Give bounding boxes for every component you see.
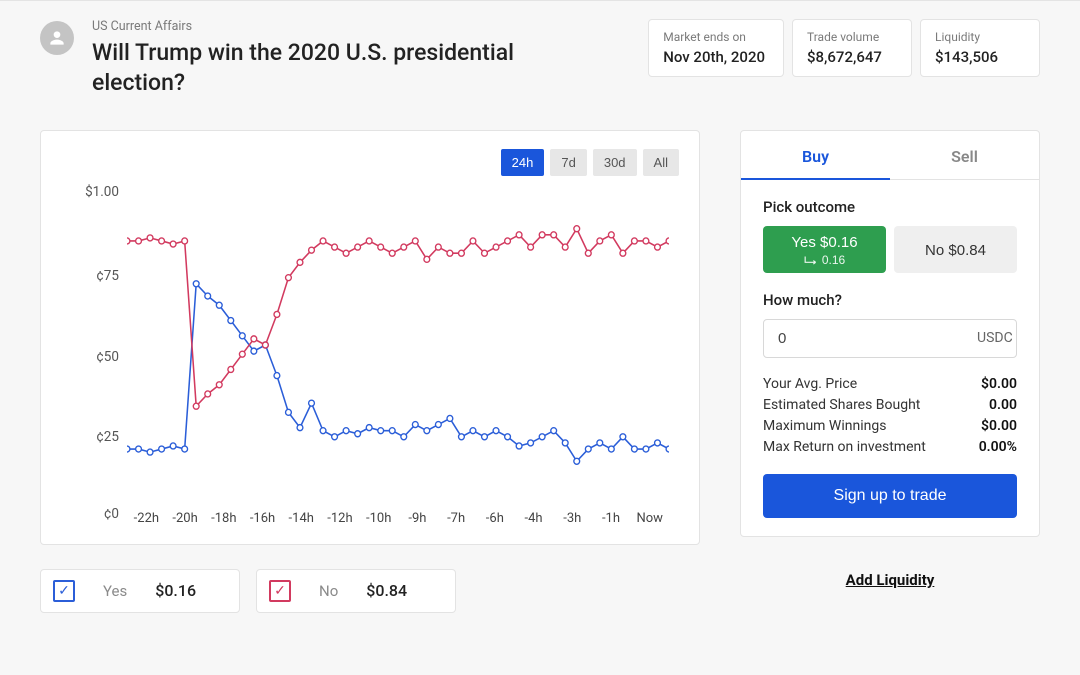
y-tick: $1.00 xyxy=(85,184,119,200)
tab-sell[interactable]: Sell xyxy=(890,131,1039,180)
outcome-yes-sub: 0.16 xyxy=(769,253,880,267)
legend-price: $0.16 xyxy=(155,581,196,600)
x-tick: -3h xyxy=(553,511,592,526)
y-tick: ¢75 xyxy=(96,268,119,284)
est-value: $0.00 xyxy=(981,376,1017,392)
legend-price: $0.84 xyxy=(366,581,407,600)
est-label: Your Avg. Price xyxy=(763,376,857,392)
est-label: Max Return on investment xyxy=(763,439,926,455)
stat-value: $8,672,647 xyxy=(807,48,893,66)
x-tick: -14h xyxy=(282,511,321,526)
est-value: 0.00% xyxy=(979,439,1017,455)
outcome-yes-text: Yes $0.16 xyxy=(769,234,880,251)
y-tick: ¢25 xyxy=(96,429,119,445)
amount-label: How much? xyxy=(763,291,1017,309)
legend-label: No xyxy=(319,582,338,600)
legend-label: Yes xyxy=(103,582,127,600)
pick-outcome-label: Pick outcome xyxy=(763,198,1017,216)
stat-label: Liquidity xyxy=(935,30,1021,44)
legend-no[interactable]: ✓ No $0.84 xyxy=(256,569,456,613)
x-tick: -1h xyxy=(592,511,631,526)
x-tick: -9h xyxy=(398,511,437,526)
x-tick: -20h xyxy=(166,511,205,526)
amount-input[interactable] xyxy=(778,330,977,347)
est-label: Maximum Winnings xyxy=(763,418,886,434)
range-24h-button[interactable]: 24h xyxy=(501,149,545,176)
add-liquidity-link[interactable]: Add Liquidity xyxy=(740,571,1040,589)
x-tick: -18h xyxy=(204,511,243,526)
stat-value: $143,506 xyxy=(935,48,1021,66)
x-tick: -7h xyxy=(437,511,476,526)
market-question: Will Trump win the 2020 U.S. presidentia… xyxy=(92,38,522,98)
stat-value: Nov 20th, 2020 xyxy=(663,48,765,66)
checkbox-icon[interactable]: ✓ xyxy=(53,580,75,602)
range-7d-button[interactable]: 7d xyxy=(550,149,586,176)
y-tick: ¢50 xyxy=(96,349,119,365)
x-tick: -6h xyxy=(475,511,514,526)
tab-buy[interactable]: Buy xyxy=(741,131,890,180)
avatar xyxy=(40,21,74,55)
est-value: $0.00 xyxy=(981,418,1017,434)
y-tick: ¢0 xyxy=(104,506,119,522)
range-30d-button[interactable]: 30d xyxy=(593,149,637,176)
stat-label: Trade volume xyxy=(807,30,893,44)
outcome-yes-button[interactable]: Yes $0.16 0.16 xyxy=(763,226,886,273)
amount-unit: USDC xyxy=(977,330,1013,346)
est-value: 0.00 xyxy=(989,397,1017,413)
signup-button[interactable]: Sign up to trade xyxy=(763,474,1017,518)
x-tick: -22h xyxy=(127,511,166,526)
stat-market-ends: Market ends on Nov 20th, 2020 xyxy=(648,19,784,77)
outcome-no-button[interactable]: No $0.84 xyxy=(894,226,1017,273)
chart-area: $1.00 ¢75 ¢50 ¢25 ¢0 -22h-20h-18h-16h-14… xyxy=(59,182,679,532)
x-tick: -12h xyxy=(321,511,360,526)
checkbox-icon[interactable]: ✓ xyxy=(269,580,291,602)
x-tick: Now xyxy=(630,511,669,526)
x-tick: -16h xyxy=(243,511,282,526)
outcome-no-text: No $0.84 xyxy=(925,242,986,259)
x-tick: -4h xyxy=(514,511,553,526)
chart-svg xyxy=(127,192,669,498)
category-label: US Current Affairs xyxy=(92,19,630,34)
amount-input-box[interactable]: USDC xyxy=(763,319,1017,358)
price-chart-card: 24h 7d 30d All $1.00 ¢75 ¢50 ¢25 ¢0 -22h… xyxy=(40,130,700,545)
stat-trade-volume: Trade volume $8,672,647 xyxy=(792,19,912,77)
trade-panel: Buy Sell Pick outcome Yes $0.16 0.16 xyxy=(740,130,1040,537)
est-label: Estimated Shares Bought xyxy=(763,397,920,413)
range-all-button[interactable]: All xyxy=(643,149,679,176)
stat-liquidity: Liquidity $143,506 xyxy=(920,19,1040,77)
stat-label: Market ends on xyxy=(663,30,765,44)
x-tick: -10h xyxy=(359,511,398,526)
legend-yes[interactable]: ✓ Yes $0.16 xyxy=(40,569,240,613)
